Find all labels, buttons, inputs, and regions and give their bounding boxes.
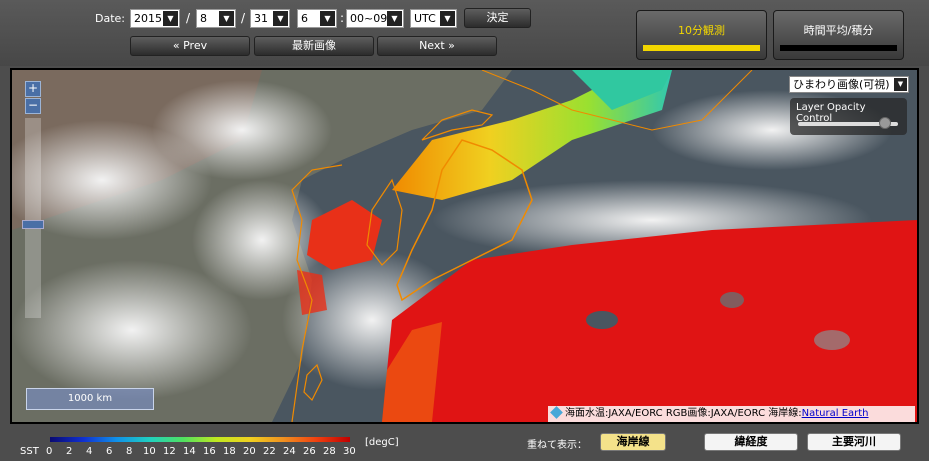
overlay-label: 重ねて表示： (527, 440, 587, 451)
zoom-slider-handle[interactable] (22, 220, 44, 229)
opacity-slider-handle[interactable] (879, 117, 891, 129)
zoom-out-button[interactable]: − (25, 98, 41, 114)
map-viewport[interactable]: + − 1000 km ひまわり画像(可視) ▼ Layer Opacity C… (10, 68, 919, 424)
chevron-down-icon: ▼ (163, 11, 178, 26)
chevron-down-icon: ▼ (894, 78, 907, 91)
minute-select[interactable]: 00~09 ▼ (346, 9, 404, 28)
hour-select[interactable]: 6 ▼ (297, 9, 337, 28)
coastline-toggle[interactable]: 海岸線 (600, 433, 666, 451)
sst-legend-label: SST (20, 446, 39, 457)
zoom-in-button[interactable]: + (25, 81, 41, 97)
major-rivers-toggle[interactable]: 主要河川 (807, 433, 901, 451)
sst-legend-unit: [degC] (365, 437, 399, 448)
opacity-title: Layer Opacity Control (796, 102, 866, 124)
attribution: 海面水温:JAXA/EORC RGB画像:JAXA/EORC 海岸線:Natur… (548, 406, 915, 422)
info-icon (550, 406, 563, 419)
latest-image-button[interactable]: 最新画像 (254, 36, 374, 56)
latlon-grid-toggle[interactable]: 緯経度 (704, 433, 798, 451)
day-select[interactable]: 31 ▼ (250, 9, 290, 28)
active-tab-indicator (643, 45, 760, 51)
next-button[interactable]: Next » (377, 36, 497, 56)
tab-10min-observation[interactable]: 10分観測 (636, 10, 767, 60)
tab-indicator (780, 45, 897, 51)
timezone-select[interactable]: UTC ▼ (410, 9, 457, 28)
date-label: Date: (95, 12, 125, 25)
submit-button[interactable]: 決定 (464, 8, 531, 28)
layer-opacity-control: Layer Opacity Control (790, 98, 907, 135)
chevron-down-icon: ▼ (320, 11, 335, 26)
chevron-down-icon: ▼ (440, 11, 455, 26)
layer-select[interactable]: ひまわり画像(可視) ▼ (789, 76, 909, 93)
satellite-imagery (12, 70, 917, 422)
chevron-down-icon: ▼ (219, 11, 234, 26)
tab-hourly-average[interactable]: 時間平均/積分 (773, 10, 904, 60)
natural-earth-link[interactable]: Natural Earth (802, 408, 869, 419)
month-select[interactable]: 8 ▼ (196, 9, 236, 28)
chevron-down-icon: ▼ (273, 11, 288, 26)
prev-button[interactable]: « Prev (130, 36, 250, 56)
year-select[interactable]: 2015 ▼ (130, 9, 180, 28)
scale-bar: 1000 km (26, 388, 154, 410)
chevron-down-icon: ▼ (387, 11, 402, 26)
sst-color-scale (50, 437, 350, 442)
zoom-slider-track[interactable] (25, 118, 41, 318)
top-toolbar: Date: 2015 ▼ / 8 ▼ / 31 ▼ 6 ▼ : 00~09 ▼ … (0, 0, 929, 66)
